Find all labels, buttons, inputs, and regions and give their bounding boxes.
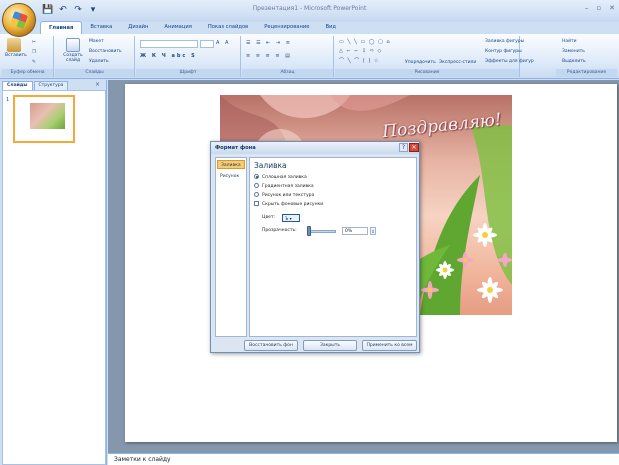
group-label-clipboard: Буфер обмена — [2, 69, 53, 77]
checkbox-icon — [254, 201, 259, 206]
tab-design[interactable]: Дизайн — [120, 21, 156, 35]
shape-fill-button[interactable]: Заливка фигуры — [485, 39, 524, 44]
new-slide-button[interactable]: Создать слайд — [61, 38, 85, 63]
ribbon: Вставить ✂ ❐ ✎ Буфер обмена Создать слай… — [0, 34, 619, 79]
transparency-slider[interactable] — [308, 230, 336, 233]
close-button[interactable]: Закрыть — [303, 340, 357, 351]
paste-icon — [7, 38, 21, 52]
gradient-fill-radio[interactable]: Градиентная заливка — [254, 183, 314, 190]
transparency-label: Прозрачность: — [262, 228, 297, 233]
align-icons[interactable]: ≡ ≡ ≡ ≡ ▤ — [246, 53, 292, 59]
dialog-body: Заливка Сплошная заливка Градиентная зал… — [249, 157, 417, 337]
copy-icon[interactable]: ❐ — [32, 50, 36, 55]
group-label-editing: Редактирование — [556, 69, 617, 77]
nav-item-picture[interactable]: Рисунок — [217, 172, 245, 181]
tab-insert[interactable]: Вставка — [82, 21, 120, 35]
picture-fill-radio[interactable]: Рисунок или текстура — [254, 192, 314, 199]
shape-effects-button[interactable]: Эффекты для фигур — [485, 59, 534, 64]
group-clipboard: Вставить ✂ ❐ ✎ Буфер обмена — [2, 36, 54, 77]
color-label: Цвет: — [262, 215, 276, 220]
powerpoint-window: 💾 ↶ ↷ ▾ Презентация1 - Microsoft PowerPo… — [0, 0, 619, 465]
delete-button[interactable]: Удалить — [89, 59, 109, 64]
help-icon[interactable]: ? — [399, 143, 408, 152]
slides-pane-tabs: Слайды Структура — [2, 81, 69, 90]
group-font: A A Ж К Ч abc S Шрифт — [136, 36, 241, 77]
arrange-button[interactable]: Упорядочить — [405, 60, 436, 65]
group-label-slides: Слайды — [55, 69, 134, 77]
color-picker-button[interactable]: Ъ ▾ — [282, 214, 300, 222]
thumbnail-list: 1 — [2, 90, 106, 465]
shapes-gallery-row3-icon[interactable]: ⌒ ╲ ⌒ ( ) ☆ — [339, 57, 379, 64]
transparency-spinner[interactable]: ⇕ — [370, 227, 376, 235]
tab-home[interactable]: Главная — [40, 21, 83, 35]
group-editing: Найти Заменить Выделить Редактирование — [556, 36, 617, 77]
close-window-button[interactable]: ✕ — [609, 4, 615, 12]
replace-button[interactable]: Заменить — [562, 49, 585, 54]
font-size-combo[interactable] — [200, 40, 214, 48]
notes-pane[interactable]: Заметки к слайду — [108, 453, 619, 465]
tab-animation[interactable]: Анимация — [156, 21, 199, 35]
tab-review[interactable]: Рецензирование — [256, 21, 317, 35]
list-icons[interactable]: ☰ ☰ ⇤ ⇥ ≡ — [246, 40, 292, 46]
maximize-button[interactable]: ▫ — [596, 4, 601, 12]
dialog-title: Формат фона — [211, 142, 419, 154]
apply-to-all-button[interactable]: Применить ко всем — [362, 340, 417, 351]
minimize-button[interactable]: – — [585, 4, 589, 12]
transparency-slider-handle[interactable] — [307, 226, 311, 236]
radio-icon — [254, 183, 259, 188]
transparency-input[interactable]: 0% — [342, 227, 368, 235]
window-title: Презентация1 - Microsoft PowerPoint — [252, 5, 367, 12]
close-pane-icon[interactable]: × — [95, 81, 100, 88]
group-slides: Создать слайд Макет Восстановить Удалить… — [55, 36, 135, 77]
group-drawing: ▭ ╲ ╲ ▭ ◯ ▢ ⌂ △ ⌐ ⌐ ⇩ ⇨ ◇ ⌒ ╲ ⌒ ( ) ☆ Уп… — [335, 36, 534, 77]
group-label-font: Шрифт — [136, 69, 240, 77]
group-paragraph: ☰ ☰ ⇤ ⇥ ≡ ≡ ≡ ≡ ≡ ▤ Абзац — [242, 36, 334, 77]
close-icon[interactable]: ✕ — [409, 143, 419, 152]
shapes-gallery-icon[interactable]: ▭ ╲ ╲ ▭ ◯ ▢ ⌂ — [339, 39, 391, 45]
new-slide-icon — [66, 38, 80, 52]
window-controls: – ▫ ✕ — [585, 4, 615, 12]
slide-thumbnail[interactable] — [13, 95, 75, 143]
layout-button[interactable]: Макет — [89, 39, 104, 44]
section-heading: Заливка — [254, 161, 287, 170]
tab-outline[interactable]: Структура — [33, 81, 69, 90]
radio-checked-icon — [254, 174, 259, 179]
group-label-paragraph: Абзац — [242, 69, 333, 77]
radio-icon — [254, 192, 259, 197]
font-name-combo[interactable] — [140, 40, 198, 48]
thumbnail-image — [30, 103, 65, 129]
solid-fill-radio[interactable]: Сплошная заливка — [254, 174, 307, 181]
font-format-icons[interactable]: Ж К Ч abc S — [140, 53, 197, 59]
shape-outline-button[interactable]: Контур фигуры — [485, 49, 522, 54]
cut-icon[interactable]: ✂ — [32, 40, 36, 45]
slide-number: 1 — [6, 97, 10, 103]
shapes-gallery-row2-icon[interactable]: △ ⌐ ⌐ ⇩ ⇨ ◇ — [339, 48, 382, 54]
tab-slideshow[interactable]: Показ слайдов — [200, 21, 256, 35]
title-bar: 💾 ↶ ↷ ▾ Презентация1 - Microsoft PowerPo… — [0, 0, 619, 22]
slides-pane: Слайды Структура × 1 — [0, 80, 107, 465]
select-button[interactable]: Выделить — [562, 59, 586, 64]
paste-button[interactable]: Вставить — [5, 38, 27, 58]
format-painter-icon[interactable]: ✎ — [32, 60, 36, 65]
group-label-drawing: Рисование — [335, 69, 519, 77]
dialog-nav: Заливка Рисунок — [215, 157, 247, 337]
quick-styles-button[interactable]: Экспресс-стили — [439, 60, 476, 65]
nav-item-fill[interactable]: Заливка — [217, 160, 245, 169]
font-size-icons[interactable]: A A — [216, 40, 230, 46]
tab-slides[interactable]: Слайды — [2, 81, 33, 90]
office-button[interactable] — [2, 3, 36, 37]
tab-view[interactable]: Вид — [317, 21, 344, 35]
ribbon-tabs: Главная Вставка Дизайн Анимация Показ сл… — [40, 21, 344, 35]
hide-background-checkbox[interactable]: Скрыть фоновые рисунки — [254, 201, 323, 208]
find-button[interactable]: Найти — [562, 39, 577, 44]
format-background-dialog: Формат фона ? ✕ Заливка Рисунок Заливка … — [210, 141, 420, 353]
reset-button[interactable]: Восстановить — [89, 49, 122, 54]
reset-background-button[interactable]: Восстановить фон — [244, 340, 298, 351]
